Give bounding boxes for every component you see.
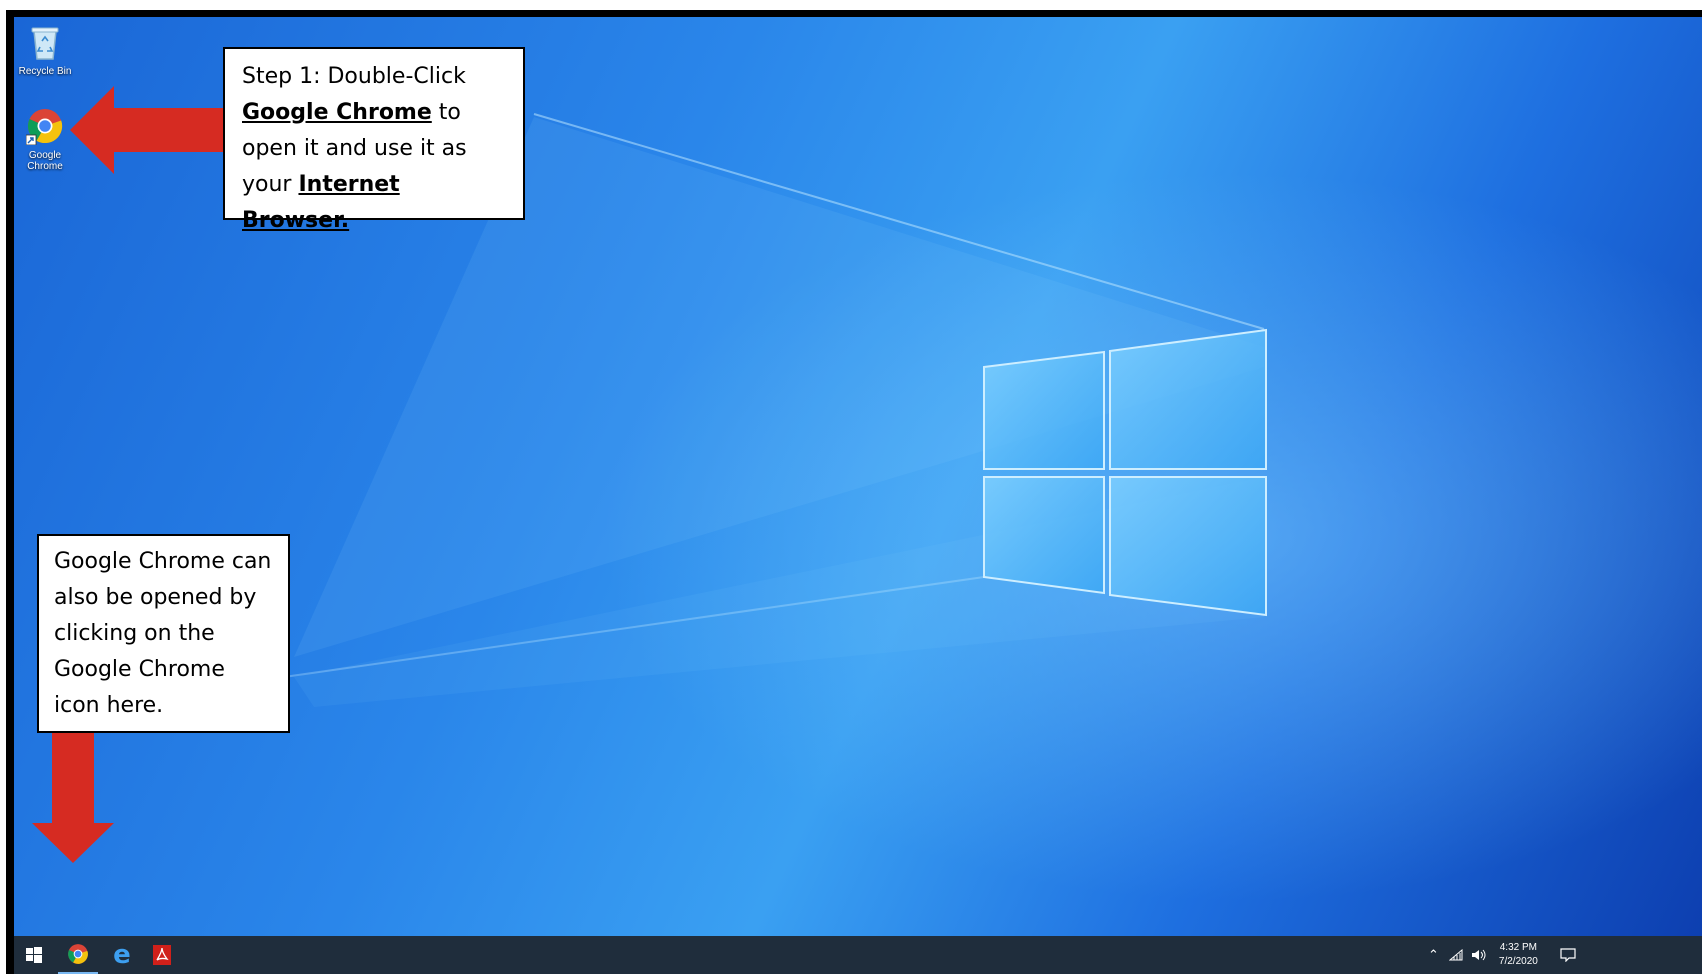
clock-time: 4:32 PM <box>1499 942 1537 953</box>
callout-your: your <box>242 172 299 197</box>
windows-start-icon <box>26 947 42 963</box>
callout-step-1-line1: Step 1: Double-Click <box>242 64 466 89</box>
chrome-taskbar-icon <box>68 944 88 964</box>
recycle-bin-icon <box>31 27 59 60</box>
notifications-icon[interactable] <box>1560 948 1576 962</box>
callout-to: to <box>431 100 461 125</box>
desktop-icon-recycle-bin[interactable]: Recycle Bin <box>14 25 76 77</box>
chevron-up-icon[interactable]: ⌃ <box>1428 947 1439 963</box>
arrow-to-desktop-chrome <box>70 86 230 174</box>
clock-date: 7/2/2020 <box>1498 956 1538 967</box>
callout-step-1-line2: Google Chrome to <box>242 95 506 131</box>
volume-icon[interactable] <box>1471 949 1487 961</box>
taskbar-acrobat[interactable] <box>144 936 180 974</box>
callout-step-1-line3: open it and use it as <box>242 136 467 161</box>
arrow-to-taskbar-chrome <box>32 733 114 863</box>
taskbar-chrome[interactable] <box>58 936 98 974</box>
callout-taskbar-hint: Google Chrome can also be opened by clic… <box>37 534 290 733</box>
acrobat-taskbar-icon <box>153 945 171 965</box>
taskbar: e ⌃ 4:32 PM 7/2/2020 <box>14 936 1702 974</box>
callout-taskbar-hint-text: Google Chrome can also be opened by clic… <box>54 549 272 718</box>
callout-google-chrome-bold: Google Chrome <box>242 100 432 125</box>
edge-taskbar-icon: e <box>113 940 131 970</box>
network-icon[interactable] <box>1448 949 1463 961</box>
desktop-icon-google-chrome[interactable]: Google Chrome <box>14 107 76 172</box>
callout-step-1-line4: your Internet Browser. <box>242 167 506 239</box>
chrome-icon <box>25 109 63 146</box>
google-chrome-label: Google Chrome <box>27 150 63 172</box>
taskbar-edge[interactable]: e <box>104 936 140 974</box>
system-tray: ⌃ 4:32 PM 7/2/2020 <box>1424 936 1694 974</box>
recycle-bin-label: Recycle Bin <box>18 66 72 77</box>
desktop: Recycle Bin Google Chrome Step 1: Double… <box>14 17 1702 936</box>
callout-step-1: Step 1: Double-Click Google Chrome to op… <box>223 47 525 233</box>
start-button[interactable] <box>18 936 50 974</box>
clock[interactable]: 4:32 PM 7/2/2020 <box>1499 941 1538 969</box>
